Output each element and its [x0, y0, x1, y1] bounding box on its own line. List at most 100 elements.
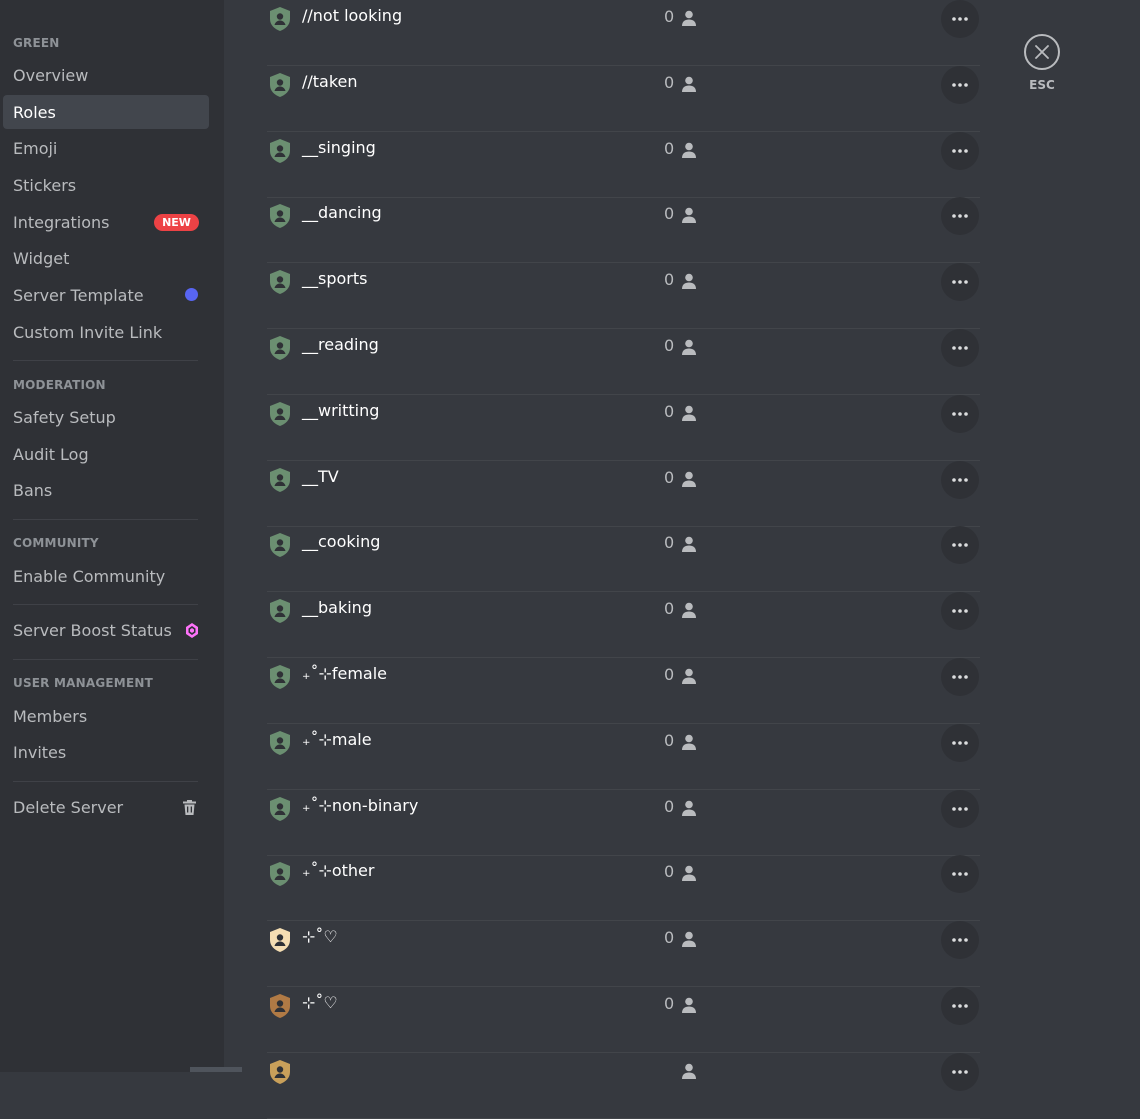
- more-options-button[interactable]: [941, 789, 979, 828]
- role-name: ₊˚⊹female: [302, 664, 388, 683]
- shield-user-icon: [269, 336, 291, 360]
- more-options-button[interactable]: [941, 131, 979, 170]
- more-dots-icon: [952, 675, 968, 679]
- sidebar-item-overview[interactable]: Overview: [3, 58, 209, 92]
- person-icon: [681, 142, 697, 158]
- close-settings[interactable]: ESC: [1021, 34, 1063, 92]
- sidebar-item-server-template[interactable]: Server Template: [3, 278, 209, 312]
- role-row[interactable]: ₊˚⊹male 0: [267, 723, 980, 790]
- role-name: __baking: [302, 598, 372, 618]
- role-name: //not looking: [302, 6, 403, 25]
- role-name: __sports: [302, 269, 368, 289]
- role-row[interactable]: __singing 0: [267, 131, 980, 198]
- shield-user-icon: [269, 7, 291, 31]
- sidebar-item-enable-community[interactable]: Enable Community: [3, 559, 209, 593]
- role-row[interactable]: __dancing 0: [267, 197, 980, 264]
- sidebar-item-safety-setup[interactable]: Safety Setup: [3, 400, 209, 434]
- more-options-button[interactable]: [941, 65, 979, 104]
- sidebar-item-widget[interactable]: Widget: [3, 241, 209, 275]
- member-count: 0: [664, 138, 675, 158]
- sidebar-item-bans[interactable]: Bans: [3, 473, 209, 507]
- role-row[interactable]: __cooking 0: [267, 526, 980, 593]
- boost-gem-icon: [186, 623, 198, 638]
- more-options-button[interactable]: [941, 197, 979, 236]
- person-icon: [681, 207, 697, 224]
- more-dots-icon: [952, 609, 968, 613]
- more-options-button[interactable]: [941, 329, 979, 367]
- member-count: 0: [664, 270, 675, 290]
- person-icon: [681, 76, 697, 92]
- more-options-button[interactable]: [941, 921, 979, 960]
- sidebar-item-stickers[interactable]: Stickers: [3, 168, 209, 202]
- member-count: 0: [664, 533, 675, 553]
- sidebar-item-delete-server[interactable]: Delete Server: [3, 790, 209, 824]
- member-count: 0: [664, 994, 675, 1013]
- close-icon: [1035, 45, 1049, 59]
- more-options-button[interactable]: [941, 592, 979, 631]
- person-icon: [681, 1063, 697, 1079]
- person-icon: [681, 997, 697, 1013]
- more-dots-icon: [952, 280, 968, 284]
- person-icon: [681, 273, 697, 290]
- member-count: 0: [664, 796, 675, 816]
- more-dots-icon: [952, 82, 968, 87]
- role-row[interactable]: ₊˚⊹female 0: [267, 658, 980, 724]
- person-icon: [681, 405, 697, 421]
- sidebar-item-audit-log[interactable]: Audit Log: [3, 437, 209, 471]
- role-row[interactable]: ₊˚⊹non-binary 0: [267, 789, 980, 856]
- more-options-button[interactable]: [941, 658, 979, 696]
- shield-user-icon: [269, 796, 291, 821]
- role-row[interactable]: __sports 0: [267, 263, 980, 330]
- role-row[interactable]: ⊹˚♡ 0: [267, 921, 980, 988]
- more-dots-icon: [952, 1004, 968, 1008]
- sidebar-item-members[interactable]: Members: [3, 699, 209, 733]
- shield-user-icon: [269, 994, 291, 1018]
- horizontal-scrollbar[interactable]: [190, 1067, 242, 1072]
- close-button[interactable]: [1024, 34, 1060, 70]
- more-options-button[interactable]: [941, 855, 979, 894]
- sidebar-item-roles[interactable]: Roles: [3, 95, 209, 129]
- member-count: 0: [664, 72, 675, 92]
- role-name: ₊˚⊹other: [302, 861, 375, 881]
- section-header-community: COMMUNITY: [13, 536, 99, 550]
- role-row[interactable]: __reading 0: [267, 329, 980, 395]
- more-options-button[interactable]: [941, 460, 979, 499]
- more-options-button[interactable]: [941, 526, 979, 565]
- esc-label: ESC: [1029, 78, 1055, 92]
- person-icon: [681, 536, 697, 553]
- role-row[interactable]: ⊹˚♡ 0: [267, 987, 980, 1053]
- role-name: __TV: [302, 466, 339, 486]
- sidebar-divider: [13, 781, 198, 782]
- more-options-button[interactable]: [941, 263, 979, 302]
- person-icon: [681, 865, 697, 882]
- more-options-button[interactable]: [941, 987, 979, 1025]
- person-icon: [681, 10, 697, 26]
- more-dots-icon: [952, 806, 968, 811]
- more-options-button[interactable]: [941, 723, 979, 762]
- member-count: 0: [664, 599, 675, 619]
- shield-user-icon: [269, 928, 291, 953]
- role-row[interactable]: //not looking 0: [267, 0, 980, 66]
- sidebar-item-custom-invite-link[interactable]: Custom Invite Link: [3, 315, 209, 349]
- more-options-button[interactable]: [941, 0, 979, 38]
- role-row[interactable]: __TV 0: [267, 460, 980, 527]
- shield-user-icon: [269, 467, 291, 492]
- role-row[interactable]: //taken 0: [267, 65, 980, 132]
- role-name: __writting: [302, 400, 380, 420]
- shield-user-icon: [269, 533, 291, 558]
- person-icon: [681, 931, 697, 948]
- trash-icon[interactable]: [183, 800, 196, 815]
- shield-user-icon: [269, 401, 291, 426]
- section-header-moderation: MODERATION: [13, 378, 106, 392]
- sidebar-item-invites[interactable]: Invites: [3, 735, 209, 769]
- more-options-button[interactable]: [941, 394, 979, 433]
- role-row[interactable]: __baking 0: [267, 592, 980, 659]
- sidebar-item-server-boost-status[interactable]: Server Boost Status: [3, 613, 209, 647]
- role-row[interactable]: ₊˚⊹other 0: [267, 855, 980, 922]
- sidebar-item-emoji[interactable]: Emoji: [3, 131, 209, 165]
- role-row[interactable]: __writting 0: [267, 394, 980, 461]
- member-count: 0: [664, 730, 675, 750]
- role-row[interactable]: [267, 1052, 980, 1119]
- notification-dot: [185, 288, 198, 301]
- person-icon: [681, 734, 697, 750]
